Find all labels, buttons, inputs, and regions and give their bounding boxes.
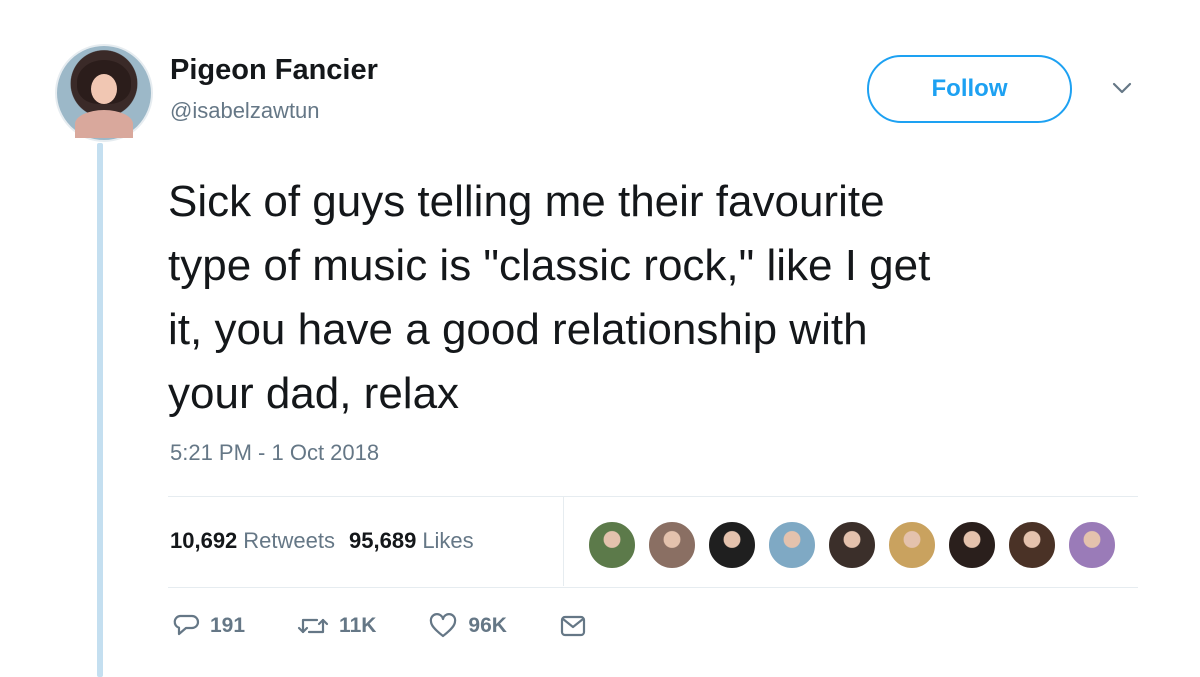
- tweet-stats: 10,692 Retweets 95,689 Likes: [170, 528, 474, 554]
- liker-avatar[interactable]: [947, 520, 997, 570]
- tweet-actions: 191 11K 96K: [172, 612, 639, 640]
- reply-button[interactable]: 191: [172, 612, 245, 640]
- retweet-icon: [297, 612, 329, 640]
- retweet-button[interactable]: 11K: [297, 612, 376, 640]
- liker-avatar[interactable]: [827, 520, 877, 570]
- liker-avatar[interactable]: [1007, 520, 1057, 570]
- heart-icon: [428, 612, 458, 640]
- chevron-down-icon[interactable]: [1108, 78, 1136, 98]
- liker-avatar[interactable]: [587, 520, 637, 570]
- liker-avatars: [587, 520, 1117, 570]
- thread-line: [97, 143, 103, 677]
- follow-button[interactable]: Follow: [867, 55, 1072, 123]
- like-count: 96K: [468, 614, 507, 637]
- user-handle[interactable]: @isabelzawtun: [170, 98, 320, 124]
- reply-icon: [172, 612, 200, 640]
- display-name[interactable]: Pigeon Fancier: [170, 54, 378, 87]
- divider: [563, 497, 564, 586]
- liker-avatar[interactable]: [707, 520, 757, 570]
- avatar[interactable]: [55, 44, 153, 142]
- divider: [168, 496, 1138, 497]
- liker-avatar[interactable]: [647, 520, 697, 570]
- reply-count: 191: [210, 614, 246, 637]
- liker-avatar[interactable]: [887, 520, 937, 570]
- direct-message-button[interactable]: [559, 614, 587, 638]
- tweet-text: Sick of guys telling me their favourite …: [168, 177, 931, 418]
- divider: [168, 587, 1138, 588]
- liker-avatar[interactable]: [1067, 520, 1117, 570]
- retweets-label: Retweets: [243, 528, 336, 553]
- likes-count: 95,689: [349, 528, 417, 553]
- retweets-count: 10,692: [170, 528, 238, 553]
- like-button[interactable]: 96K: [428, 612, 507, 640]
- liker-avatar[interactable]: [767, 520, 817, 570]
- likes-label: Likes: [422, 528, 474, 553]
- envelope-icon: [559, 614, 587, 638]
- retweets-stat[interactable]: 10,692 Retweets: [170, 528, 335, 554]
- retweet-count: 11K: [339, 614, 377, 637]
- likes-stat[interactable]: 95,689 Likes: [349, 528, 474, 554]
- tweet-timestamp[interactable]: 5:21 PM - 1 Oct 2018: [170, 440, 379, 466]
